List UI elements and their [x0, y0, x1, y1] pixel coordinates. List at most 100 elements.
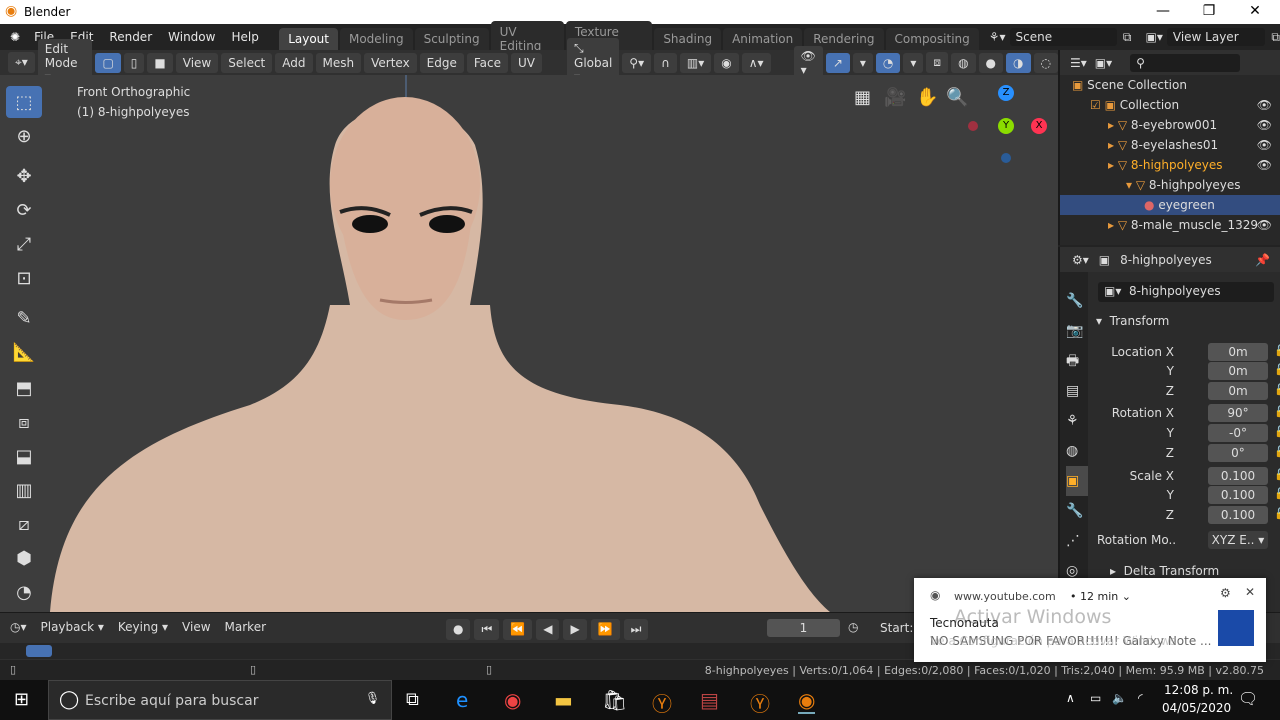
menu-uv[interactable]: UV [511, 52, 543, 73]
settings-gear-icon[interactable]: ⚙ [1220, 586, 1231, 600]
xray-icon[interactable]: ⧈ [926, 52, 949, 73]
menu-playback[interactable]: Playback ▾ [41, 620, 104, 634]
poly-build-icon[interactable]: ⬢ [6, 542, 42, 574]
transform-value-field[interactable]: 0m [1208, 362, 1268, 380]
menu-vertex[interactable]: Vertex [364, 52, 417, 73]
measure-icon[interactable]: 📐 [6, 336, 42, 368]
zoom-icon[interactable]: 🔍 [946, 87, 968, 108]
view-layer-field[interactable]: View Layer [1166, 28, 1266, 46]
editor-type-icon[interactable]: ⌖▾ [8, 52, 35, 73]
volume-icon[interactable]: 🔈 [1112, 691, 1127, 705]
transform-panel-header[interactable]: ▾ Transform [1096, 314, 1169, 328]
toast-notification[interactable]: ◉ www.youtube.com • 12 min ⌄ ⚙ ✕ Activar… [914, 578, 1266, 662]
lock-icon[interactable]: 🔓 [1274, 487, 1280, 500]
blender-menu-icon[interactable]: ✺ [0, 30, 26, 44]
cursor-icon[interactable]: ⊕ [6, 120, 42, 152]
menu-keying[interactable]: Keying ▾ [118, 620, 168, 634]
jump-end-icon[interactable]: ⏭ [623, 619, 649, 640]
particles-tab-icon[interactable]: ⋰ [1066, 526, 1088, 556]
overlay-icon[interactable]: ◔ [875, 52, 901, 73]
loop-cut-icon[interactable]: ▥ [6, 474, 42, 506]
lock-icon[interactable]: 🔓 [1274, 425, 1280, 438]
rendered-shading-icon[interactable]: ◌ [1033, 52, 1058, 73]
outliner-item[interactable]: ▸ ▽ 8-highpolyeyes 👁 [1060, 155, 1280, 175]
lock-icon[interactable]: 🔓 [1274, 405, 1280, 418]
lock-icon[interactable]: 🔓 [1274, 344, 1280, 357]
face-select-icon[interactable]: ■ [147, 52, 173, 73]
clock-time[interactable]: 12:08 p. m. [1164, 683, 1233, 697]
store-icon[interactable]: 🛍 [602, 688, 627, 712]
gizmo-neg-x[interactable] [968, 121, 978, 131]
edge-select-icon[interactable]: ▯ [123, 52, 145, 73]
blender-taskbar-icon[interactable]: ◉ [798, 688, 816, 714]
object-name-field[interactable]: ▣▾ 8-highpolyeyes [1098, 282, 1274, 302]
menu-render[interactable]: Render [101, 30, 160, 44]
gizmo-dropdown-icon[interactable]: ▾ [852, 52, 873, 73]
material-shading-icon[interactable]: ◑ [1006, 52, 1031, 73]
tab-modeling[interactable]: Modeling [339, 28, 413, 50]
menu-timeline-view[interactable]: View [182, 620, 210, 634]
outliner-item[interactable]: ● eyegreen [1060, 195, 1280, 215]
knife-icon[interactable]: ⧄ [6, 508, 42, 540]
menu-marker[interactable]: Marker [225, 620, 266, 634]
notification-close-icon[interactable]: ✕ [1245, 585, 1255, 599]
move-icon[interactable]: ✥ [6, 160, 42, 192]
gizmo-neg-y[interactable] [1001, 153, 1011, 163]
pan-hand-icon[interactable]: ✋ [916, 87, 938, 108]
select-box-icon[interactable]: ⬚ [6, 86, 42, 118]
outliner-item[interactable]: ▣ Scene Collection [1060, 75, 1280, 95]
render-tab-icon[interactable]: 📷 [1066, 316, 1088, 346]
menu-view[interactable]: View [175, 52, 219, 73]
outliner-item[interactable]: ☑ ▣ Collection 👁 [1060, 95, 1280, 115]
clock-icon[interactable]: ◷ [848, 620, 858, 634]
outliner-item[interactable]: ▸ ▽ 8-eyelashes01 👁 [1060, 135, 1280, 155]
lock-icon[interactable]: 🔓 [1274, 383, 1280, 396]
display-mode-icon[interactable]: ▣▾ [1095, 56, 1112, 70]
taskbar-search[interactable]: ◯ Escribe aquí para buscar 🎙 [48, 680, 392, 720]
file-explorer-icon[interactable]: ▬ [554, 688, 573, 712]
menu-window[interactable]: Window [160, 30, 223, 44]
timeline-type-icon[interactable]: ◷▾ [10, 620, 27, 634]
eye-icon[interactable]: 👁 [1257, 155, 1272, 175]
modifier-tab-icon[interactable]: 🔧 [1066, 496, 1088, 526]
world-tab-icon[interactable]: ◍ [1066, 436, 1088, 466]
scene-icon[interactable]: ⚘▾ [989, 30, 1006, 44]
transform-value-field[interactable]: 0.100 [1208, 467, 1268, 485]
solid-shading-icon[interactable]: ● [978, 52, 1004, 73]
wifi-icon[interactable]: ◜ [1138, 691, 1143, 705]
battery-icon[interactable]: ▭ [1090, 691, 1101, 705]
snap-target-icon[interactable]: ▥▾ [679, 52, 712, 73]
wireframe-shading-icon[interactable]: ◍ [951, 52, 976, 73]
scene-field[interactable]: Scene [1009, 28, 1117, 46]
menu-face[interactable]: Face [466, 52, 509, 73]
microphone-icon[interactable]: 🎙 [365, 691, 380, 705]
task-view-icon[interactable]: ⧉ [406, 689, 419, 710]
outliner-item[interactable]: ▸ ▽ 8-eyebrow001 👁 [1060, 115, 1280, 135]
tab-compositing[interactable]: Compositing [885, 28, 979, 50]
delta-transform-panel[interactable]: ▸ Delta Transform [1110, 564, 1219, 578]
camera-icon[interactable]: 🎥 [884, 87, 906, 108]
app-icon-1[interactable]: Ⓨ [652, 688, 672, 717]
transform-icon[interactable]: ⊡ [6, 262, 42, 294]
windows-start-icon[interactable]: ⊞ [14, 689, 29, 710]
vertex-select-icon[interactable]: ▢ [95, 52, 121, 73]
new-view-layer-icon[interactable]: ⧉ [1271, 30, 1280, 45]
pivot-icon[interactable]: ⚲▾ [622, 52, 652, 73]
lock-icon[interactable]: 🔓 [1274, 507, 1280, 520]
gizmo-z-axis[interactable]: Z [998, 85, 1014, 101]
play-icon[interactable]: ▶ [563, 619, 587, 640]
3d-viewport[interactable]: Front Orthographic (1) 8-highpolyeyes ▦ … [0, 75, 1058, 612]
action-center-icon[interactable]: 🗨 [1238, 689, 1258, 708]
lock-icon[interactable]: 🔓 [1274, 363, 1280, 376]
transform-value-field[interactable]: 90° [1208, 404, 1268, 422]
transform-value-field[interactable]: 0° [1208, 444, 1268, 462]
edge-icon[interactable]: e [456, 688, 468, 712]
eye-icon[interactable]: 👁 [1257, 115, 1272, 135]
transform-value-field[interactable]: 0m [1208, 343, 1268, 361]
transform-value-field[interactable]: 0.100 [1208, 506, 1268, 524]
eye-icon[interactable]: 👁 [1257, 95, 1272, 115]
transform-value-field[interactable]: -0° [1208, 424, 1268, 442]
view-layer-icon[interactable]: ▣▾ [1146, 30, 1163, 44]
lock-icon[interactable]: 🔓 [1274, 468, 1280, 481]
extrude-icon[interactable]: ⬒ [6, 372, 42, 404]
